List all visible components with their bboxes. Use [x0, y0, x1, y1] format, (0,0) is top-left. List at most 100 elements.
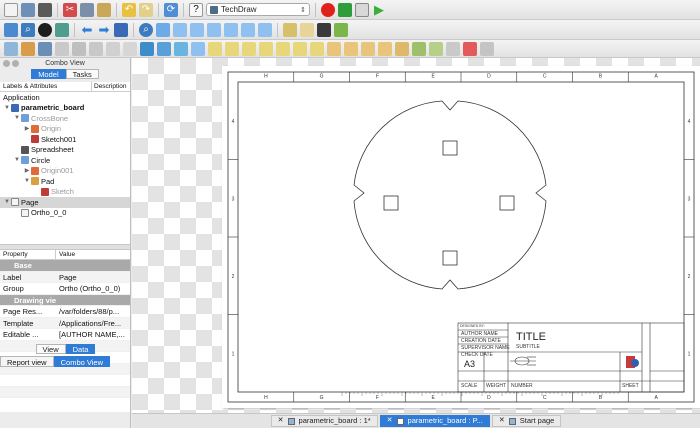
- tree-item[interactable]: Ortho_0_0: [0, 208, 130, 219]
- annotation-icon[interactable]: [174, 41, 188, 56]
- tab-model[interactable]: Model: [31, 69, 66, 79]
- tree-item[interactable]: Sketch: [0, 187, 130, 198]
- close-tab-icon[interactable]: ✕: [499, 415, 505, 427]
- collapsed-arrow-icon[interactable]: ▶: [23, 167, 31, 174]
- arch-view-icon[interactable]: [106, 41, 120, 56]
- view-right-icon[interactable]: [207, 22, 221, 37]
- hatch-icon[interactable]: [327, 41, 341, 56]
- close-tab-icon[interactable]: ✕: [387, 415, 393, 427]
- weight-field[interactable]: WEIGHT: [486, 384, 506, 389]
- tab-combo-view[interactable]: Combo View: [53, 356, 110, 367]
- tree-item[interactable]: ▼ Page: [0, 197, 130, 208]
- fit-selection-icon[interactable]: ⌕: [139, 22, 153, 37]
- tree-item[interactable]: Sketch001: [0, 134, 130, 145]
- expanded-arrow-icon[interactable]: ▼: [13, 157, 21, 163]
- save-icon[interactable]: [38, 2, 52, 17]
- export-svg-icon[interactable]: [412, 41, 426, 56]
- group-icon[interactable]: [317, 22, 331, 37]
- workbench-nav-icon[interactable]: [114, 22, 128, 37]
- insert-view-icon[interactable]: [21, 41, 35, 56]
- draw-style-icon[interactable]: [38, 22, 52, 37]
- view-front-icon[interactable]: [173, 22, 187, 37]
- leader-icon[interactable]: [361, 41, 375, 56]
- property-row[interactable]: Template/Applications/Fre...: [0, 317, 130, 329]
- section-view-icon[interactable]: [55, 41, 69, 56]
- angle-dimension-icon[interactable]: [293, 41, 307, 56]
- sheet-field[interactable]: SHEET: [622, 384, 639, 389]
- undo-icon[interactable]: ↶: [122, 2, 136, 17]
- workbench-selector[interactable]: TechDraw ⇕: [206, 3, 310, 16]
- spreadsheet-tool-icon[interactable]: [334, 22, 348, 37]
- document-tab[interactable]: ✕ parametric_board : P...: [379, 415, 490, 427]
- projection-group-icon[interactable]: [38, 41, 52, 56]
- property-value[interactable]: /Applications/Fre...: [56, 318, 130, 329]
- tab-view[interactable]: View: [35, 344, 66, 354]
- drawing-sheet[interactable]: HHGGFFEEDDCCBBAA44332211 DESIGNED BY: AU…: [222, 66, 700, 408]
- column-value[interactable]: Value: [56, 250, 75, 259]
- weld-symbol-icon[interactable]: [395, 41, 409, 56]
- copy-icon[interactable]: [80, 2, 94, 17]
- property-row[interactable]: Editable ... [AUTHOR NAME,...: [0, 329, 130, 341]
- tree-item[interactable]: ▼ parametric_board: [0, 103, 130, 114]
- view-bottom-icon[interactable]: [241, 22, 255, 37]
- property-value[interactable]: Ortho (Ortho_0_0): [56, 283, 130, 294]
- tree-item[interactable]: ▶ Origin: [0, 124, 130, 135]
- macros-icon[interactable]: [355, 2, 369, 17]
- float-icon[interactable]: [12, 60, 19, 67]
- expanded-arrow-icon[interactable]: ▼: [23, 178, 31, 184]
- redraw-icon[interactable]: [463, 41, 477, 56]
- supervisor-name[interactable]: SUPERVISOR NAME: [461, 346, 510, 351]
- tree-item[interactable]: Spreadsheet: [0, 145, 130, 156]
- expanded-arrow-icon[interactable]: ▼: [3, 105, 11, 111]
- stop-macro-icon[interactable]: [338, 2, 352, 17]
- tree-item[interactable]: ▼ Circle: [0, 155, 130, 166]
- toggle-frames-icon[interactable]: [446, 41, 460, 56]
- link-dimension-icon[interactable]: [310, 41, 324, 56]
- cut-icon[interactable]: ✂: [63, 2, 77, 17]
- check-date[interactable]: CHECK DATE: [461, 353, 493, 358]
- tab-data[interactable]: Data: [65, 344, 96, 354]
- whats-this-icon[interactable]: ?: [189, 2, 203, 17]
- geom-hatch-icon[interactable]: [344, 41, 358, 56]
- new-file-icon[interactable]: [4, 2, 18, 17]
- image-icon[interactable]: [140, 41, 154, 56]
- close-tab-icon[interactable]: ✕: [278, 415, 284, 427]
- tab-report-view[interactable]: Report view: [0, 356, 54, 367]
- tab-tasks[interactable]: Tasks: [65, 69, 99, 79]
- property-group[interactable]: Drawing view: [0, 294, 130, 306]
- view-left-icon[interactable]: [258, 22, 272, 37]
- column-description[interactable]: Description: [92, 82, 130, 91]
- draft-view-icon[interactable]: [89, 41, 103, 56]
- execute-macro-icon[interactable]: ▶: [372, 3, 386, 17]
- property-group[interactable]: Base: [0, 260, 130, 272]
- author-name[interactable]: AUTHOR NAME: [461, 332, 498, 337]
- document-tab[interactable]: ✕ Start page: [491, 415, 562, 427]
- property-row[interactable]: Label Page: [0, 271, 130, 283]
- diameter-dimension-icon[interactable]: [276, 41, 290, 56]
- radius-dimension-icon[interactable]: [259, 41, 273, 56]
- expanded-arrow-icon[interactable]: ▼: [13, 115, 21, 121]
- horizontal-dimension-icon[interactable]: [225, 41, 239, 56]
- new-page-icon[interactable]: [4, 41, 18, 56]
- view-rear-icon[interactable]: [224, 22, 238, 37]
- tree-item[interactable]: ▼ Pad: [0, 176, 130, 187]
- clip-group-icon[interactable]: [123, 41, 137, 56]
- balloon-icon[interactable]: [378, 41, 392, 56]
- paste-icon[interactable]: [97, 2, 111, 17]
- back-arrow-icon[interactable]: ⬅: [80, 23, 94, 37]
- sync-view-icon[interactable]: [55, 22, 69, 37]
- forward-arrow-icon[interactable]: ➡: [97, 23, 111, 37]
- drawing-canvas[interactable]: HHGGFFEEDDCCBBAA44332211 DESIGNED BY: AU…: [132, 58, 700, 413]
- symbol-icon[interactable]: [157, 41, 171, 56]
- property-row[interactable]: Group Ortho (Ortho_0_0): [0, 283, 130, 295]
- property-value[interactable]: [AUTHOR NAME,...: [56, 329, 130, 340]
- property-row[interactable]: Page Res... /var/folders/88/p...: [0, 306, 130, 318]
- open-file-icon[interactable]: [21, 2, 35, 17]
- spreadsheet-view-icon[interactable]: [191, 41, 205, 56]
- export-dxf-icon[interactable]: [429, 41, 443, 56]
- document-tab[interactable]: ✕ parametric_board : 1*: [270, 415, 378, 427]
- drawing-title[interactable]: TITLE: [516, 332, 546, 343]
- record-macro-icon[interactable]: [321, 2, 335, 17]
- part-icon[interactable]: [300, 22, 314, 37]
- view-isometric-icon[interactable]: [156, 22, 170, 37]
